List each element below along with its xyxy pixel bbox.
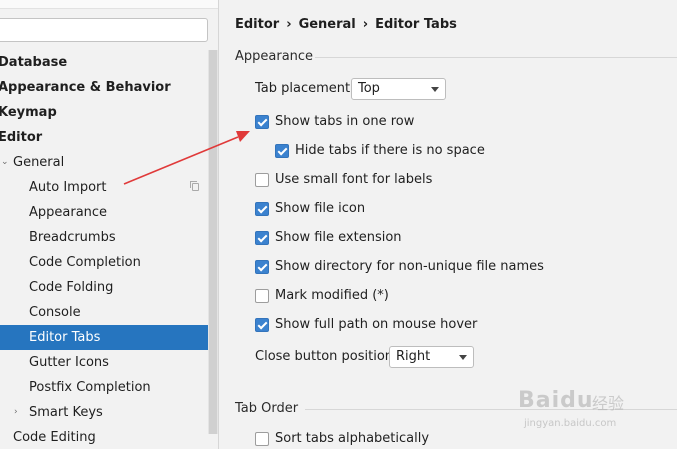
breadcrumb-separator: › — [362, 17, 369, 32]
sidebar-item-label: Postfix Completion — [29, 380, 151, 395]
close-button-position-value: Right — [396, 349, 431, 364]
close-button-position-select[interactable]: Right — [389, 346, 474, 368]
sidebar-item-label: Code Editing — [13, 430, 96, 445]
option-label: Show full path on mouse hover — [275, 317, 478, 332]
tab-placement-label: Tab placement: — [255, 81, 355, 96]
sidebar-item-gutter-icons[interactable]: Gutter Icons — [0, 350, 208, 375]
close-button-position-label: Close button position: — [255, 349, 398, 364]
baidu-watermark: Baidu 经验 jingyan.baidu.com — [518, 380, 668, 440]
sidebar-item-label: Database — [0, 55, 68, 70]
sidebar-item-smart-keys[interactable]: › Smart Keys — [0, 400, 208, 425]
sidebar-item-code-folding[interactable]: Code Folding — [0, 275, 208, 300]
sidebar-item-breadcrumbs[interactable]: Breadcrumbs — [0, 225, 208, 250]
sidebar-item-code-completion[interactable]: Code Completion — [0, 250, 208, 275]
checkbox[interactable] — [255, 173, 269, 187]
breadcrumb-item: General — [298, 17, 356, 32]
sidebar-scrollbar[interactable] — [208, 50, 218, 434]
sidebar-item-label: Breadcrumbs — [29, 230, 116, 245]
checkbox[interactable] — [255, 260, 269, 274]
chevron-down-icon — [431, 87, 439, 92]
option-label: Show tabs in one row — [275, 114, 415, 129]
checkbox[interactable] — [255, 318, 269, 332]
checkbox[interactable] — [255, 432, 269, 446]
watermark-cn: 经验 — [592, 394, 625, 413]
chevron-down-icon — [459, 355, 467, 360]
option-label: Show file extension — [275, 230, 402, 245]
sidebar-item-label: Keymap — [0, 105, 57, 120]
tab-order-section-title: Tab Order — [235, 401, 299, 416]
sidebar-item-keymap[interactable]: Keymap — [0, 100, 206, 125]
chevron-down-icon[interactable]: ⌄ — [1, 150, 9, 175]
sidebar-item-label: Appearance & Behavior — [0, 80, 171, 95]
settings-sidebar: Database Appearance & Behavior Keymap Ed… — [0, 0, 219, 449]
breadcrumb-separator: › — [286, 17, 292, 32]
sidebar-item-code-editing[interactable]: Code Editing — [0, 425, 208, 449]
breadcrumb-item: Editor Tabs — [375, 17, 457, 32]
sidebar-item-auto-import[interactable]: Auto Import — [0, 175, 208, 200]
sidebar-item-label: Console — [29, 305, 81, 320]
checkbox[interactable] — [275, 144, 289, 158]
sidebar-item-console[interactable]: Console — [0, 300, 208, 325]
sidebar-item-label: Gutter Icons — [29, 355, 109, 370]
sidebar-item-editor[interactable]: Editor — [0, 125, 206, 150]
option-label: Mark modified (*) — [275, 288, 389, 303]
watermark-brand: Baidu — [518, 388, 594, 413]
watermark-url: jingyan.baidu.com — [524, 418, 617, 429]
checkbox[interactable] — [255, 289, 269, 303]
sidebar-item-label: Code Folding — [29, 280, 114, 295]
chevron-right-icon[interactable]: › — [14, 400, 18, 425]
tab-placement-value: Top — [358, 81, 380, 96]
section-divider — [315, 57, 677, 58]
sidebar-item-appearance[interactable]: Appearance — [0, 200, 208, 225]
tab-placement-select[interactable]: Top — [351, 78, 446, 100]
option-label: Use small font for labels — [275, 172, 433, 187]
checkbox[interactable] — [255, 115, 269, 129]
sidebar-item-label: Editor Tabs — [29, 330, 101, 345]
option-label: Hide tabs if there is no space — [295, 143, 485, 158]
sidebar-top-strip — [0, 0, 218, 9]
sidebar-item-label: Editor — [0, 130, 43, 145]
sidebar-item-label: Auto Import — [29, 180, 107, 195]
sidebar-item-general[interactable]: ⌄ General — [0, 150, 208, 175]
sidebar-item-editor-tabs[interactable]: Editor Tabs — [0, 325, 218, 350]
breadcrumb-item: Editor — [235, 17, 280, 32]
appearance-section-title: Appearance — [235, 49, 314, 64]
sidebar-item-appearance-behavior[interactable]: Appearance & Behavior — [0, 75, 206, 100]
sidebar-item-label: Appearance — [29, 205, 108, 220]
option-label: Show file icon — [275, 201, 366, 216]
breadcrumb: Editor › General › Editor Tabs — [235, 17, 457, 32]
checkbox[interactable] — [255, 231, 269, 245]
option-label: Sort tabs alphabetically — [275, 431, 430, 446]
sidebar-item-postfix-completion[interactable]: Postfix Completion — [0, 375, 208, 400]
sidebar-item-label: General — [13, 155, 65, 170]
settings-search-input[interactable] — [0, 18, 208, 42]
sidebar-scrollbar-thumb[interactable] — [209, 50, 217, 434]
checkbox[interactable] — [255, 202, 269, 216]
copy-settings-icon — [190, 181, 199, 191]
option-label: Show directory for non-unique file names — [275, 259, 544, 274]
sidebar-item-label: Smart Keys — [29, 405, 103, 420]
sidebar-item-database[interactable]: Database — [0, 50, 206, 75]
sidebar-item-label: Code Completion — [29, 255, 141, 270]
